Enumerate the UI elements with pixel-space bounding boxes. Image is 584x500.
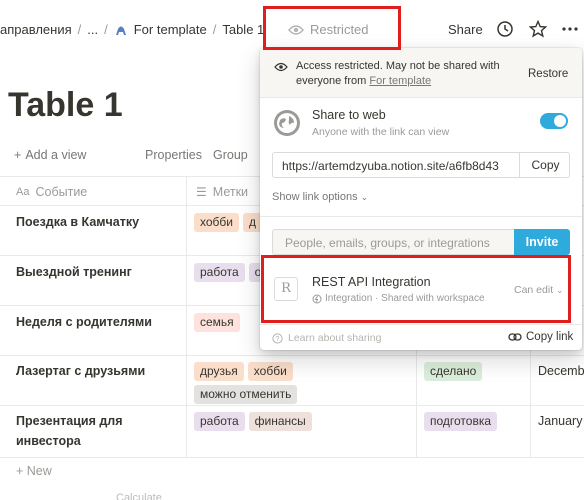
globe-icon bbox=[274, 110, 300, 136]
public-url-field[interactable]: https://artemdzyuba.notion.site/a6fb8d43… bbox=[272, 152, 570, 178]
integration-subtitle: Integration · Shared with workspace bbox=[312, 293, 485, 304]
add-view-button[interactable]: + Add a view bbox=[14, 148, 86, 162]
page-title[interactable]: Table 1 bbox=[8, 86, 123, 125]
learn-sharing-link[interactable]: ? Learn about sharing bbox=[272, 332, 381, 344]
status-cell[interactable]: сделано bbox=[424, 362, 486, 385]
status-cell[interactable]: подготовка bbox=[424, 412, 501, 435]
restore-button[interactable]: Restore bbox=[528, 68, 568, 80]
link-options-toggle[interactable]: Show link options ⌄ bbox=[272, 191, 368, 203]
tag: работа bbox=[194, 412, 245, 431]
copy-url-button[interactable]: Copy bbox=[519, 153, 571, 177]
share-button[interactable]: Share bbox=[448, 22, 483, 37]
help-icon: ? bbox=[272, 332, 283, 344]
permission-label: Can edit bbox=[514, 284, 554, 296]
plus-icon: + bbox=[16, 464, 27, 478]
date-cell[interactable]: January bbox=[538, 414, 582, 428]
table-row[interactable]: Презентация для инвестора работа финансы … bbox=[0, 406, 584, 458]
calculate-button[interactable]: Calculate bbox=[116, 492, 162, 500]
breadcrumb-parent[interactable]: аправления bbox=[0, 22, 72, 37]
tag: работа bbox=[194, 263, 245, 282]
tag: друзья bbox=[194, 362, 244, 381]
plus-icon: + bbox=[14, 148, 22, 162]
breadcrumb: аправления / ... / For template / Table … bbox=[0, 22, 264, 37]
integration-avatar: R bbox=[274, 277, 298, 301]
link-icon bbox=[508, 333, 522, 341]
tags-cell[interactable]: друзья хобби можно отменить bbox=[194, 362, 344, 408]
chevron-down-icon: ⌄ bbox=[556, 285, 564, 295]
link-options-label: Show link options bbox=[272, 191, 358, 203]
tag: можно отменить bbox=[194, 385, 298, 404]
column-header-label: Событие bbox=[35, 185, 88, 199]
date-cell[interactable]: Decemb bbox=[538, 364, 584, 378]
integration-icon bbox=[312, 294, 322, 303]
breadcrumb-template[interactable]: For template bbox=[134, 22, 207, 37]
more-icon[interactable] bbox=[561, 20, 579, 38]
star-icon[interactable] bbox=[529, 20, 547, 38]
group-button[interactable]: Group bbox=[213, 148, 248, 162]
tags-cell[interactable]: работа финансы bbox=[194, 412, 424, 435]
new-row-button[interactable]: + New bbox=[16, 464, 52, 478]
table-row[interactable]: Лазертаг с друзьями друзья хобби можно от… bbox=[0, 356, 584, 406]
column-header-label: Метки bbox=[212, 185, 249, 199]
tag: хобби bbox=[194, 213, 239, 232]
breadcrumb-current[interactable]: Table 1 bbox=[222, 22, 264, 37]
status-badge: подготовка bbox=[424, 412, 498, 431]
access-warning: Access restricted. May not be shared wit… bbox=[260, 48, 582, 98]
tag: семья bbox=[194, 313, 240, 332]
restricted-indicator[interactable]: Restricted bbox=[288, 22, 369, 37]
warning-text: Access restricted. May not be shared wit… bbox=[296, 59, 506, 89]
share-web-subtitle: Anyone with the link can view bbox=[312, 126, 450, 138]
properties-button[interactable]: Properties bbox=[145, 148, 202, 162]
svg-text:?: ? bbox=[276, 336, 280, 343]
invite-input[interactable]: People, emails, groups, or integrations bbox=[272, 229, 516, 255]
breadcrumb-ellipsis[interactable]: ... bbox=[87, 22, 98, 37]
status-badge: сделано bbox=[424, 362, 483, 381]
share-footer: ? Learn about sharing Copy link bbox=[260, 324, 582, 350]
tag: финансы bbox=[248, 412, 312, 431]
view-toolbar: + Add a view bbox=[14, 148, 86, 162]
integration-subtitle-text: Integration · Shared with workspace bbox=[325, 293, 485, 304]
copy-link-button[interactable]: Copy link bbox=[508, 331, 573, 343]
chevron-down-icon: ⌄ bbox=[360, 192, 369, 202]
public-url[interactable]: https://artemdzyuba.notion.site/a6fb8d43 bbox=[282, 159, 518, 173]
row-title[interactable]: Поездка в Камчатку bbox=[16, 212, 176, 232]
share-web-title: Share to web bbox=[312, 108, 386, 122]
invite-button[interactable]: Invite bbox=[514, 229, 570, 255]
row-title[interactable]: Лазертаг с друзьями bbox=[16, 361, 176, 381]
permission-dropdown[interactable]: Can edit ⌄ bbox=[514, 284, 564, 296]
breadcrumb-separator: / bbox=[212, 22, 217, 37]
column-header-event[interactable]: Aa Событие bbox=[16, 185, 87, 199]
row-title[interactable]: Презентация для инвестора bbox=[16, 411, 176, 451]
eye-icon bbox=[288, 24, 304, 35]
workspace-link[interactable]: For template bbox=[369, 75, 431, 87]
learn-sharing-label: Learn about sharing bbox=[288, 332, 382, 344]
share-popup: Access restricted. May not be shared wit… bbox=[260, 48, 582, 350]
text-property-icon: Aa bbox=[16, 186, 30, 198]
restricted-label: Restricted bbox=[310, 22, 369, 37]
share-web-toggle[interactable] bbox=[540, 113, 568, 129]
list-property-icon: ☰ bbox=[196, 185, 207, 199]
breadcrumb-separator: / bbox=[104, 22, 108, 37]
row-title[interactable]: Выездной тренинг bbox=[16, 262, 176, 282]
breadcrumb-separator: / bbox=[77, 22, 82, 37]
eye-off-icon bbox=[274, 62, 288, 72]
copy-link-label: Copy link bbox=[526, 331, 574, 343]
add-view-label: Add a view bbox=[25, 148, 87, 162]
tag: хобби bbox=[247, 362, 293, 381]
clock-icon[interactable] bbox=[496, 20, 514, 38]
invite-placeholder: People, emails, groups, or integrations bbox=[285, 236, 490, 250]
divider bbox=[260, 216, 582, 217]
new-row-label: New bbox=[26, 464, 52, 478]
integration-title: REST API Integration bbox=[312, 275, 431, 289]
column-header-tags[interactable]: ☰ Метки bbox=[196, 185, 248, 199]
template-page-icon bbox=[115, 26, 126, 35]
row-title[interactable]: Неделя с родителями bbox=[16, 312, 176, 332]
